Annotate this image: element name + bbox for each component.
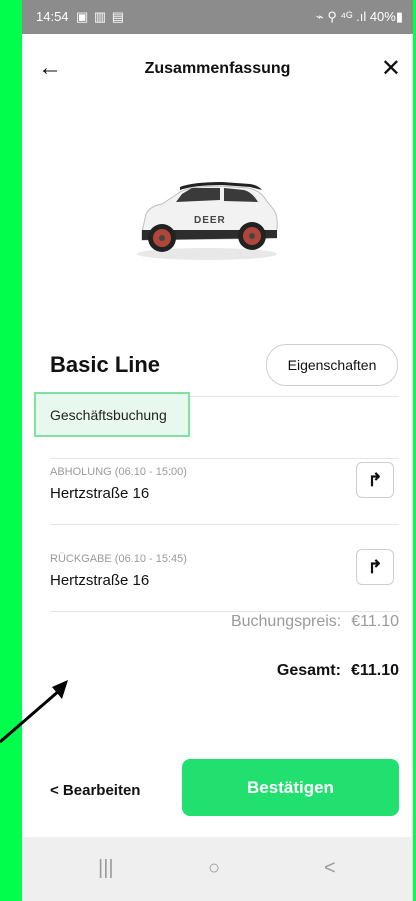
total-value: €11.10 — [350, 662, 399, 679]
divider — [50, 611, 399, 612]
status-time: 14:54 — [36, 9, 69, 24]
total-label: Gesamt: — [276, 662, 341, 679]
booking-price-label: Buchungspreis: — [230, 613, 342, 630]
car-brand-decal: DEER — [194, 215, 226, 226]
edit-button[interactable]: < Bearbeiten — [50, 782, 140, 799]
confirm-button[interactable]: Bestätigen — [182, 759, 399, 816]
divider — [50, 524, 399, 525]
header: ← Zusammenfassung ✕ — [22, 46, 413, 92]
status-notification-icons: ▣ ▥ ▤ — [76, 9, 126, 24]
return-address: Hertzstraße 16 — [50, 572, 150, 589]
system-nav-bar: ||| ○ < — [22, 837, 413, 901]
nav-back-icon[interactable]: < — [324, 857, 336, 880]
route-arrow-icon: ↱ — [367, 556, 383, 577]
pickup-address: Hertzstraße 16 — [50, 485, 150, 502]
phone-screen: 14:54 ▣ ▥ ▤ ⌁ ⚲ ⁴ᴳ .ıl 40%▮ ← Zusammenfa… — [22, 0, 413, 901]
return-label: RÜCKGABE (06.10 - 15:45) — [50, 553, 187, 565]
vehicle-model-name: Basic Line — [50, 352, 161, 377]
status-system-icons: ⌁ ⚲ ⁴ᴳ .ıl 40%▮ — [315, 9, 403, 24]
home-icon[interactable]: ○ — [208, 857, 220, 880]
booking-type-badge: Geschäftsbuchung — [34, 392, 190, 437]
booking-price-value: €11.10 — [351, 613, 399, 630]
page-title: Zusammenfassung — [144, 60, 291, 77]
status-bar: 14:54 ▣ ▥ ▤ ⌁ ⚲ ⁴ᴳ .ıl 40%▮ — [22, 0, 413, 34]
properties-button[interactable]: Eigenschaften — [266, 344, 398, 386]
return-route-button[interactable]: ↱ — [356, 549, 394, 585]
route-arrow-icon: ↱ — [367, 469, 383, 490]
divider — [50, 458, 399, 459]
recent-apps-icon[interactable]: ||| — [98, 857, 114, 880]
total-row: Gesamt: €11.10 — [277, 662, 399, 680]
pickup-route-button[interactable]: ↱ — [356, 462, 394, 498]
pickup-label: ABHOLUNG (06.10 - 15:00) — [50, 466, 187, 478]
close-icon[interactable]: ✕ — [381, 54, 401, 83]
booking-price-row: Buchungspreis: €11.10 — [231, 613, 399, 631]
